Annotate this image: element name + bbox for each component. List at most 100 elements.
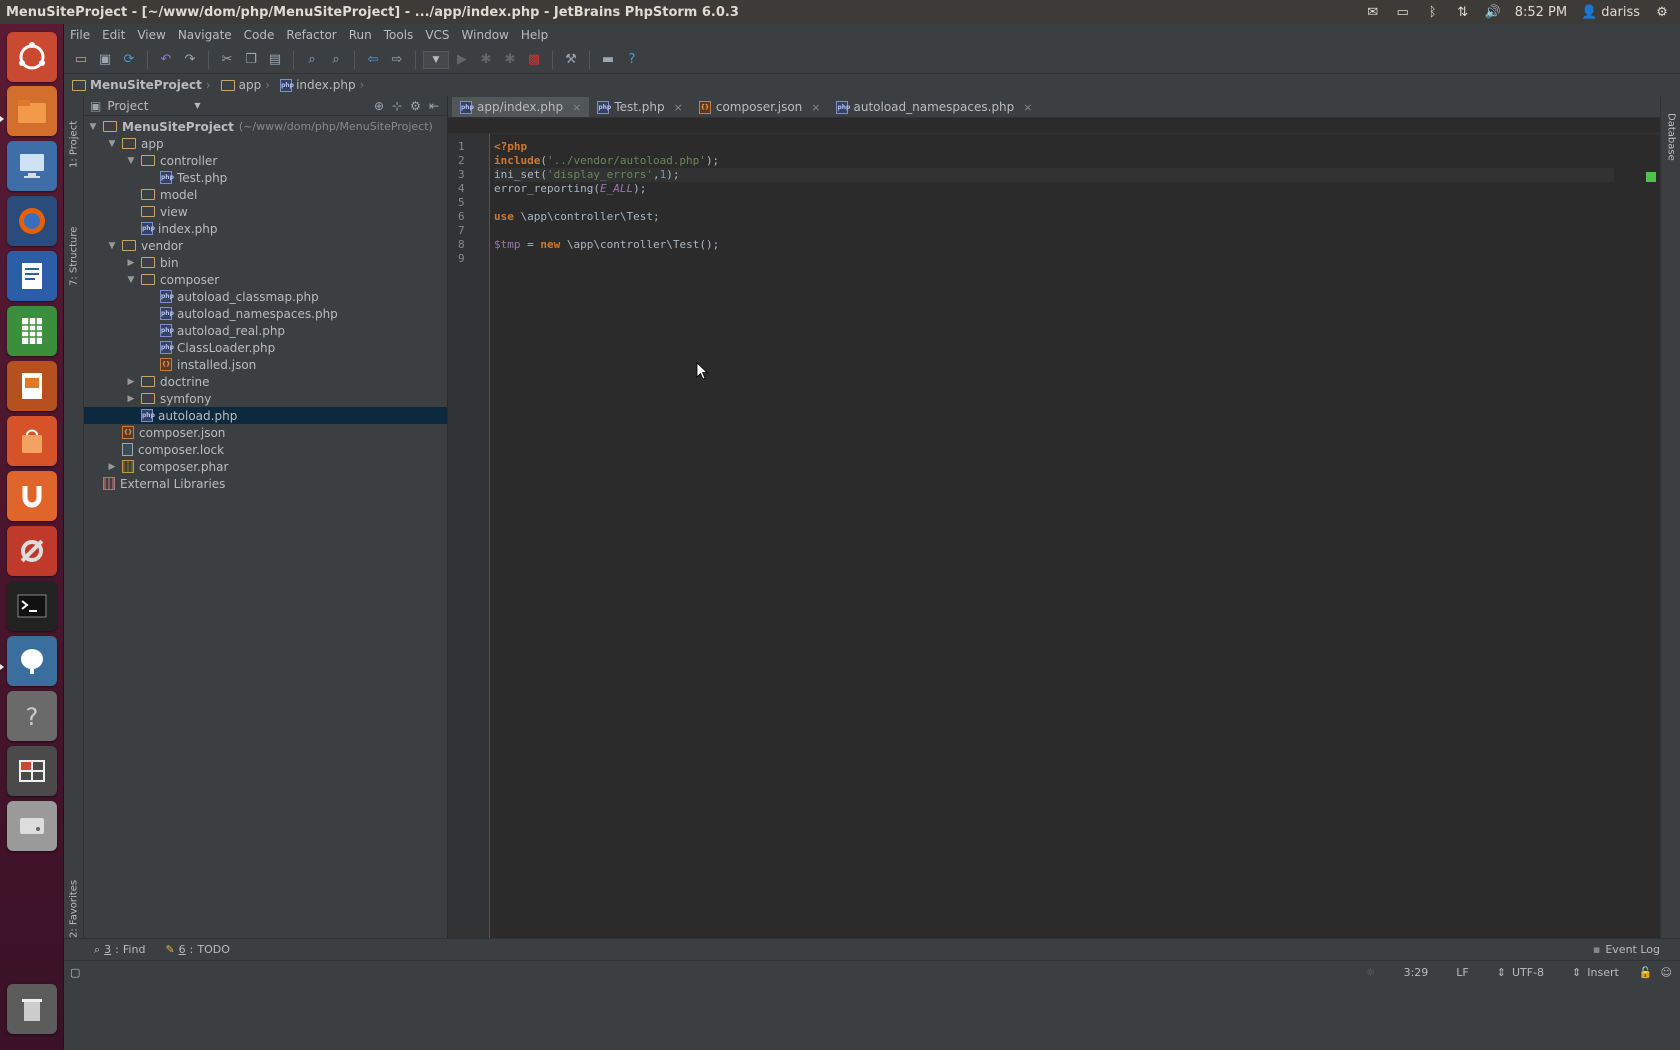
- code-line[interactable]: ini_set('display_errors',1);: [494, 168, 1614, 182]
- close-tab-icon[interactable]: ×: [674, 101, 683, 114]
- back-icon[interactable]: ⇦: [362, 49, 384, 71]
- firefox-launcher[interactable]: [7, 196, 57, 246]
- volume-icon[interactable]: 🔊: [1485, 5, 1501, 20]
- help-launcher[interactable]: ?: [7, 691, 57, 741]
- menu-edit[interactable]: Edit: [96, 28, 131, 42]
- menu-window[interactable]: Window: [456, 28, 515, 42]
- code-line[interactable]: include('../vendor/autoload.php');: [494, 154, 1614, 168]
- save-icon[interactable]: ▣: [94, 49, 116, 71]
- settings-icon[interactable]: ⚒: [560, 49, 582, 71]
- todo-tool-button[interactable]: ✎ 6: TODO: [165, 943, 229, 956]
- panel-settings-icon[interactable]: ⚙: [410, 99, 421, 113]
- trash-launcher[interactable]: [7, 984, 57, 1034]
- tree-item[interactable]: ▶ symfony: [84, 390, 447, 407]
- close-tab-icon[interactable]: ×: [811, 101, 820, 114]
- terminal-icon[interactable]: ▬: [597, 49, 619, 71]
- tree-item[interactable]: ▼ composer: [84, 271, 447, 288]
- undo-icon[interactable]: ↶: [155, 49, 177, 71]
- menu-navigate[interactable]: Navigate: [172, 28, 238, 42]
- tree-item[interactable]: {} composer.json: [84, 424, 447, 441]
- editor-tab[interactable]: php autoload_namespaces.php ×: [828, 97, 1040, 117]
- tree-item[interactable]: ▶ composer.phar: [84, 458, 447, 475]
- hide-panel-icon[interactable]: ⇤: [429, 99, 439, 113]
- dash-home-button[interactable]: [7, 32, 57, 82]
- code-line[interactable]: error_reporting(E_ALL);: [494, 182, 1614, 196]
- sync-icon[interactable]: ⟳: [118, 49, 140, 71]
- menu-tools[interactable]: Tools: [378, 28, 420, 42]
- code-line[interactable]: [494, 196, 1614, 210]
- expand-arrow-icon[interactable]: ▼: [107, 241, 117, 251]
- menu-run[interactable]: Run: [343, 28, 378, 42]
- expand-arrow-icon[interactable]: ▼: [126, 275, 136, 285]
- files-launcher[interactable]: [7, 86, 57, 136]
- calc-launcher[interactable]: [7, 306, 57, 356]
- tree-item[interactable]: model: [84, 186, 447, 203]
- mail-icon[interactable]: ✉: [1365, 5, 1381, 20]
- expand-arrow-icon[interactable]: ▶: [126, 394, 136, 404]
- tree-item[interactable]: php autoload_classmap.php: [84, 288, 447, 305]
- tree-item[interactable]: External Libraries: [84, 475, 447, 492]
- background-tasks-icon[interactable]: ☼: [1352, 966, 1390, 979]
- copy-icon[interactable]: ❐: [240, 49, 262, 71]
- expand-arrow-icon[interactable]: ▼: [107, 139, 117, 149]
- event-log-button[interactable]: ▪ Event Log: [1593, 943, 1680, 956]
- workspace-switcher[interactable]: [7, 746, 57, 796]
- replace-icon[interactable]: ⌕: [325, 49, 347, 71]
- tree-item[interactable]: view: [84, 203, 447, 220]
- breadcrumb-folder[interactable]: app ›: [220, 78, 276, 92]
- debug-icon[interactable]: ✱: [475, 49, 497, 71]
- expand-arrow-icon[interactable]: ▶: [107, 462, 117, 472]
- code-line[interactable]: use \app\controller\Test;: [494, 210, 1614, 224]
- tree-item[interactable]: ▶ doctrine: [84, 373, 447, 390]
- tree-item[interactable]: php autoload.php: [84, 407, 447, 424]
- tool-windows-toggle-icon[interactable]: ▢: [64, 966, 94, 979]
- paste-icon[interactable]: ▤: [264, 49, 286, 71]
- workspace-launcher[interactable]: [7, 141, 57, 191]
- pgadmin-launcher[interactable]: [7, 636, 57, 686]
- structure-tool-tab[interactable]: 7: Structure: [65, 216, 83, 296]
- tree-item[interactable]: composer.lock: [84, 441, 447, 458]
- menu-refactor[interactable]: Refactor: [280, 28, 342, 42]
- network-icon[interactable]: ⇅: [1455, 5, 1471, 20]
- code-line[interactable]: [494, 252, 1614, 266]
- menu-help[interactable]: Help: [515, 28, 554, 42]
- code-line[interactable]: [494, 224, 1614, 238]
- tree-item[interactable]: php autoload_real.php: [84, 322, 447, 339]
- forward-icon[interactable]: ⇨: [386, 49, 408, 71]
- tree-item[interactable]: php autoload_namespaces.php: [84, 305, 447, 322]
- impress-launcher[interactable]: [7, 361, 57, 411]
- run-config-select[interactable]: ▼: [423, 50, 449, 69]
- clock[interactable]: 8:52 PM: [1515, 5, 1567, 20]
- inspection-status-icon[interactable]: [1646, 172, 1656, 182]
- menu-file[interactable]: File: [64, 28, 96, 42]
- cut-icon[interactable]: ✂: [216, 49, 238, 71]
- editor-tab[interactable]: php app/index.php ×: [452, 97, 590, 117]
- collapse-all-icon[interactable]: ⊹: [392, 99, 402, 113]
- read-only-lock-icon[interactable]: 🔓: [1633, 966, 1659, 979]
- find-tool-button[interactable]: ⌕ 3: Find: [94, 943, 145, 957]
- encoding-selector[interactable]: ⇕ UTF-8: [1483, 966, 1558, 979]
- expand-arrow-icon[interactable]: ▶: [126, 258, 136, 268]
- session-gear-icon[interactable]: ⚙: [1654, 5, 1670, 20]
- line-separator[interactable]: LF: [1442, 966, 1482, 979]
- tree-item[interactable]: ▶ bin: [84, 254, 447, 271]
- code-line[interactable]: <?php: [494, 140, 1614, 154]
- tree-item[interactable]: ▼ app: [84, 135, 447, 152]
- user-menu[interactable]: 👤 dariss: [1581, 5, 1640, 20]
- project-tool-tab[interactable]: 1: Project: [65, 104, 83, 184]
- insert-mode[interactable]: ⇕ Insert: [1558, 966, 1633, 979]
- run-icon[interactable]: ▶: [451, 49, 473, 71]
- expand-arrow-icon[interactable]: ▶: [126, 377, 136, 387]
- tree-item[interactable]: php ClassLoader.php: [84, 339, 447, 356]
- writer-launcher[interactable]: [7, 251, 57, 301]
- battery-icon[interactable]: ▭: [1395, 5, 1411, 20]
- close-tab-icon[interactable]: ×: [1023, 101, 1032, 114]
- expand-arrow-icon[interactable]: ▼: [88, 122, 98, 132]
- listen-debug-icon[interactable]: ▩: [523, 49, 545, 71]
- tree-item[interactable]: php index.php: [84, 220, 447, 237]
- terminal-launcher[interactable]: [7, 581, 57, 631]
- disk-launcher[interactable]: [7, 801, 57, 851]
- code-line[interactable]: $tmp = new \app\controller\Test();: [494, 238, 1614, 252]
- caret-position[interactable]: 3:29: [1390, 966, 1443, 979]
- menu-code[interactable]: Code: [238, 28, 281, 42]
